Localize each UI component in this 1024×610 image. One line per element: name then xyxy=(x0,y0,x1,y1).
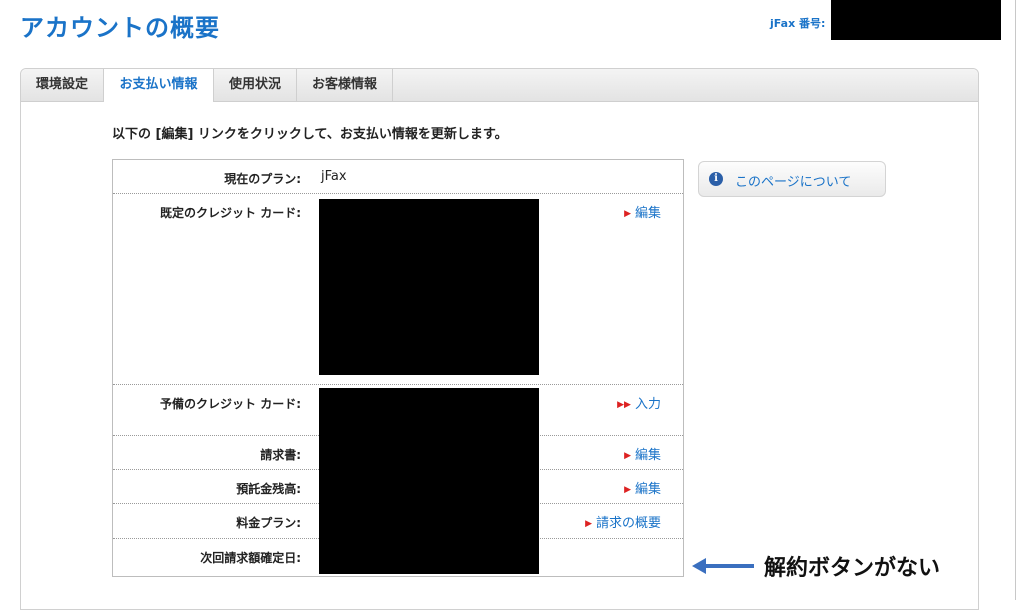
instruction-text: 以下の [編集] リンクをクリックして、お支払い情報を更新します。 xyxy=(112,127,508,142)
billing-summary-label: 請求の概要 xyxy=(595,516,661,531)
tab-customer-info[interactable]: お客様情報 xyxy=(297,69,393,101)
edit-link-label: 編集 xyxy=(634,448,661,463)
row-label: 預託金残高: xyxy=(236,482,301,496)
payment-table: 現在のプラン: jFax 既定のクレジット カード: ▶ 編集 予備のクレジット … xyxy=(112,159,684,577)
enter-link-label: 入力 xyxy=(634,397,661,412)
tab-preferences[interactable]: 環境設定 xyxy=(21,69,104,101)
redacted-values-block xyxy=(319,388,539,574)
tab-payment-info[interactable]: お支払い情報 xyxy=(104,69,214,102)
account-panel: 環境設定 お支払い情報 使用状況 お客様情報 以下の [編集] リンクをクリック… xyxy=(20,68,979,610)
arrow-left-icon xyxy=(692,558,754,574)
row-label: 既定のクレジット カード: xyxy=(160,206,301,220)
tab-usage[interactable]: 使用状況 xyxy=(214,69,297,101)
edit-invoice-link[interactable]: ▶ 編集 xyxy=(624,444,661,463)
edit-link-label: 編集 xyxy=(634,206,661,221)
annotation: 解約ボタンがない xyxy=(690,546,990,586)
row-label: 次回請求額確定日: xyxy=(200,551,301,565)
redacted-default-card xyxy=(319,199,539,375)
tab-bar: 環境設定 お支払い情報 使用状況 お客様情報 xyxy=(21,69,978,102)
page-title: アカウントの概要 xyxy=(20,14,220,42)
about-this-page-button[interactable]: i このページについて xyxy=(698,161,886,197)
arrow-right-icon: ▶ xyxy=(624,451,631,461)
annotation-text: 解約ボタンがない xyxy=(764,556,941,581)
enter-backup-card-link[interactable]: ▶▶ 入力 xyxy=(617,393,661,412)
billing-summary-link[interactable]: ▶ 請求の概要 xyxy=(585,512,661,531)
edit-deposit-link[interactable]: ▶ 編集 xyxy=(624,478,661,497)
current-plan-value: jFax xyxy=(321,169,347,184)
redacted-jfax-number xyxy=(831,0,1001,40)
arrow-right-icon: ▶ xyxy=(585,519,592,529)
about-this-page-label: このページについて xyxy=(735,175,852,190)
arrow-right-icon: ▶ xyxy=(624,209,631,219)
row-label: 現在のプラン: xyxy=(224,172,301,186)
row-label: 料金プラン: xyxy=(236,516,301,530)
edit-link-label: 編集 xyxy=(634,482,661,497)
row-label: 予備のクレジット カード: xyxy=(160,397,301,411)
edit-default-card-link[interactable]: ▶ 編集 xyxy=(624,202,661,221)
window-edge xyxy=(1015,0,1016,600)
row-label: 請求書: xyxy=(260,448,301,462)
double-arrow-right-icon: ▶▶ xyxy=(617,400,631,410)
jfax-number-label: jFax 番号: xyxy=(770,17,826,30)
info-icon: i xyxy=(709,172,723,186)
arrow-right-icon: ▶ xyxy=(624,485,631,495)
table-row-current-plan: 現在のプラン: jFax xyxy=(113,160,683,194)
